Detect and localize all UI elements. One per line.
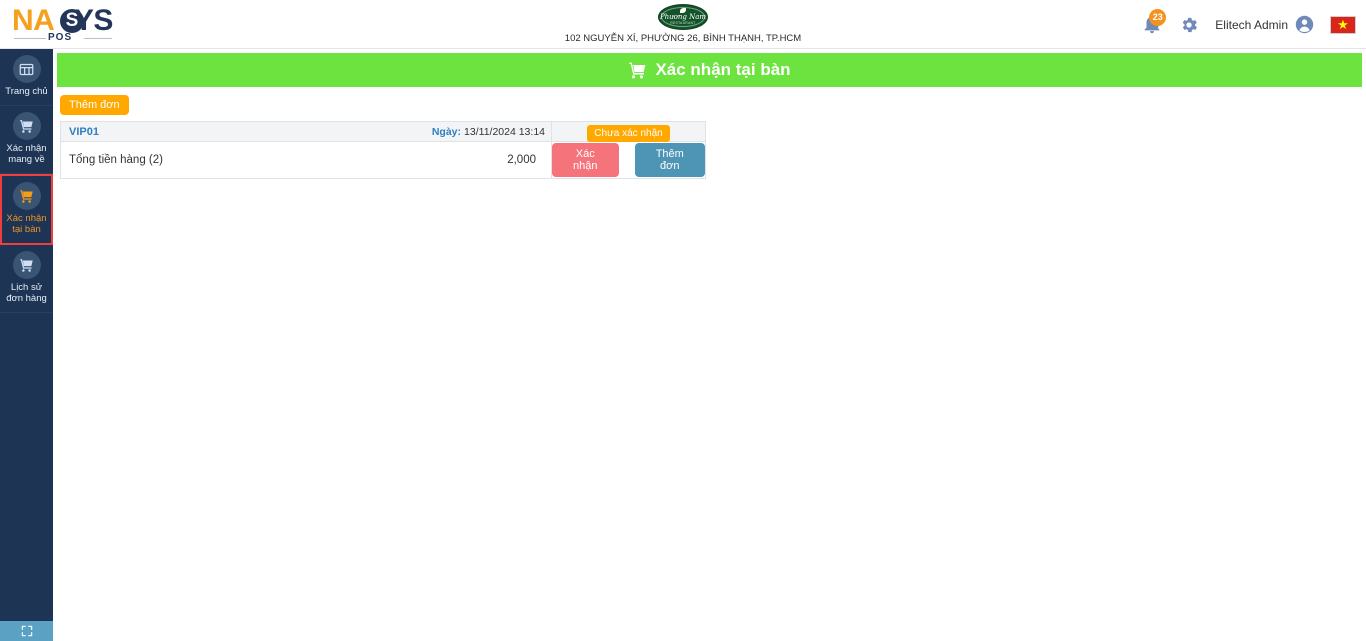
user-name-label: Elitech Admin xyxy=(1215,17,1288,32)
fullscreen-toggle-button[interactable] xyxy=(0,621,53,641)
top-navbar: NASYS S POS Phương Nam RESTAURANT 102 NG… xyxy=(0,0,1366,49)
sidebar-item-trang-chu[interactable]: Trang chủ xyxy=(0,49,53,106)
sidebar-item-lich-su-don-hang[interactable]: Lịch sử đơn hàng xyxy=(0,245,53,313)
order-card-header: VIP01 Ngày: 13/11/2024 13:14 Chưa xác nh… xyxy=(61,122,705,142)
add-order-button[interactable]: Thêm đơn xyxy=(60,95,129,115)
order-total-label: Tổng tiền hàng (2) xyxy=(69,154,163,166)
main-content: Xác nhận tại bàn Thêm đơn VIP01 Ngày: 13… xyxy=(53,49,1366,641)
page-title: Xác nhận tại bàn xyxy=(655,60,791,79)
order-date-value: 13/11/2024 13:14 xyxy=(464,125,545,138)
language-switcher[interactable]: ★ xyxy=(1330,15,1356,34)
shopping-cart-icon xyxy=(629,62,646,78)
navbar-right-cluster: 23 Elitech Admin ★ xyxy=(1141,0,1356,49)
order-date: Ngày: 13/11/2024 13:14 xyxy=(391,122,551,141)
logo-rule-right xyxy=(84,38,112,39)
sidebar-nav: Trang chủ Xác nhận mang về Xác nhận tại … xyxy=(0,49,53,641)
sidebar-item-xac-nhan-mang-ve[interactable]: Xác nhận mang về xyxy=(0,106,53,174)
logo-s-circle: S xyxy=(60,9,84,33)
app-root: NASYS S POS Phương Nam RESTAURANT 102 NG… xyxy=(0,0,1366,641)
settings-button[interactable] xyxy=(1179,15,1199,35)
order-card-body: Tổng tiền hàng (2) 2,000 Xác nhận Thêm đ… xyxy=(61,142,705,178)
sidebar-label-lich-su-don-hang: Lịch sử đơn hàng xyxy=(6,282,47,304)
sidebar-label-xac-nhan-mang-ve: Xác nhận mang về xyxy=(6,143,47,165)
user-menu[interactable]: Elitech Admin xyxy=(1215,15,1314,34)
shopping-cart-icon xyxy=(12,182,41,210)
sidebar-label-xac-nhan-tai-ban: Xác nhận tại bàn xyxy=(6,213,47,235)
add-to-order-button[interactable]: Thêm đơn xyxy=(634,143,705,177)
order-total-value: 2,000 xyxy=(507,154,536,166)
confirm-order-button[interactable]: Xác nhận xyxy=(552,143,619,177)
store-logo-icon: Phương Nam RESTAURANT xyxy=(656,2,710,32)
dashboard-grid-icon xyxy=(12,55,41,83)
fullscreen-expand-icon xyxy=(21,625,32,637)
status-badge: Chưa xác nhận xyxy=(587,125,670,142)
vietnam-flag-star-icon: ★ xyxy=(1337,17,1349,32)
store-address: 102 NGUYỄN XÍ, PHƯỜNG 26, BÌNH THẠNH, TP… xyxy=(564,33,802,44)
table-code: VIP01 xyxy=(69,125,99,138)
logo-rule-left xyxy=(14,38,46,39)
order-card: VIP01 Ngày: 13/11/2024 13:14 Chưa xác nh… xyxy=(60,121,706,179)
user-avatar-icon xyxy=(1295,15,1314,34)
toolbar: Thêm đơn xyxy=(53,87,1366,121)
order-date-label: Ngày: xyxy=(431,125,462,138)
order-status-cell: Chưa xác nhận xyxy=(551,122,705,142)
store-logo-sub: RESTAURANT xyxy=(670,21,696,25)
nasys-logo[interactable]: NASYS S POS xyxy=(8,4,128,46)
order-actions: Xác nhận Thêm đơn xyxy=(551,142,705,178)
gear-icon xyxy=(1182,17,1198,32)
notifications-button[interactable]: 23 xyxy=(1141,8,1167,38)
shopping-cart-icon xyxy=(12,112,41,140)
logo-pos-text: POS xyxy=(48,32,73,43)
page-banner: Xác nhận tại bàn xyxy=(57,53,1362,87)
store-logo-name: Phương Nam xyxy=(659,13,707,21)
shopping-cart-icon xyxy=(12,251,41,279)
notification-count-badge: 23 xyxy=(1149,8,1167,26)
sidebar-item-xac-nhan-tai-ban[interactable]: Xác nhận tại bàn xyxy=(0,174,53,245)
sidebar-label-trang-chu: Trang chủ xyxy=(5,86,48,97)
store-identity: Phương Nam RESTAURANT 102 NGUYỄN XÍ, PHƯ… xyxy=(473,2,893,44)
